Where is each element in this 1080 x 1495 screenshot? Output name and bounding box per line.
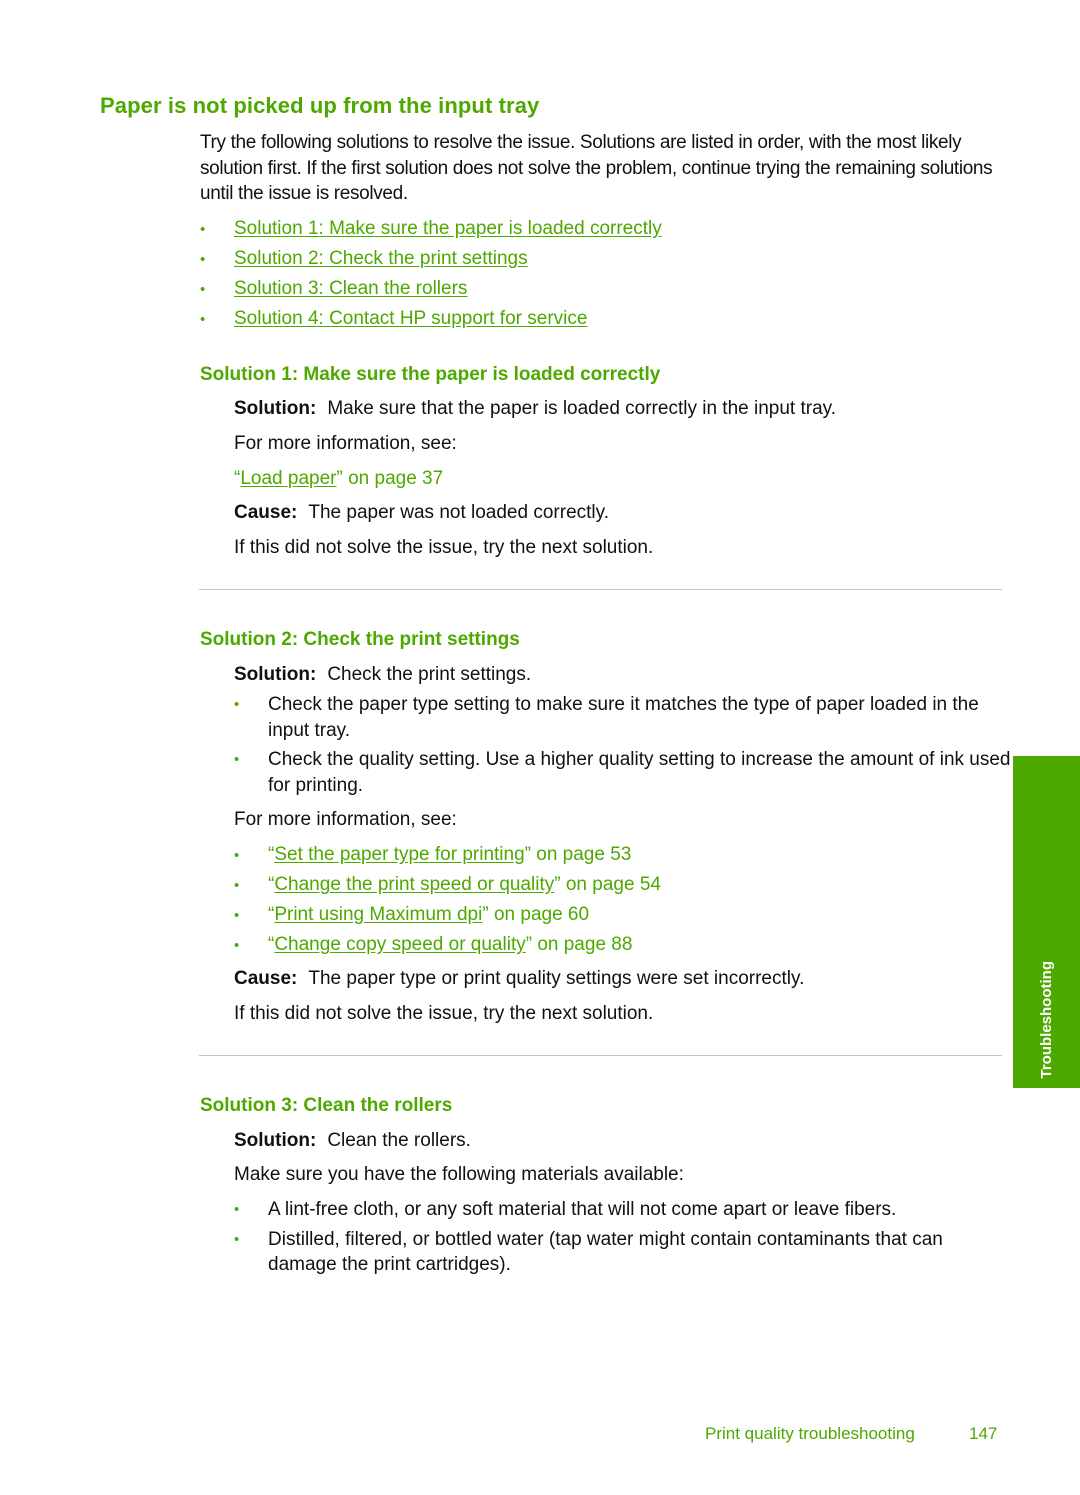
bullet-icon: • xyxy=(234,936,240,954)
solution-1-next: If this did not solve the issue, try the… xyxy=(234,537,654,558)
toc-link-solution-2[interactable]: Solution 2: Check the print settings xyxy=(234,248,528,270)
cause-label: Cause: xyxy=(234,968,298,989)
solution-2-more-info: For more information, see: xyxy=(234,809,457,830)
list-item-text: Distilled, filtered, or bottled water (t… xyxy=(268,1228,943,1276)
page-reference: on page 88 xyxy=(532,934,633,955)
solution-2-heading: Solution 2: Check the print settings xyxy=(200,629,520,650)
solution-1-more-info: For more information, see: xyxy=(234,433,457,454)
bullet-icon: • xyxy=(234,696,240,713)
solution-1-heading: Solution 1: Make sure the paper is loade… xyxy=(200,364,661,385)
list-item-text: Check the quality setting. Use a higher … xyxy=(268,749,1011,796)
solution-3-bullets: • A lint-free cloth, or any soft materia… xyxy=(234,1197,1014,1282)
solution-3-solution: Solution: Clean the rollers. xyxy=(234,1130,471,1152)
toc-item: • Solution 2: Check the print settings xyxy=(200,244,662,274)
section-divider xyxy=(199,1055,1002,1056)
change-copy-speed-link[interactable]: Change copy speed or quality xyxy=(274,934,525,956)
toc-link-solution-4[interactable]: Solution 4: Contact HP support for servi… xyxy=(234,308,587,330)
set-paper-type-link[interactable]: Set the paper type for printing xyxy=(274,844,524,866)
solution-2-cause: Cause: The paper type or print quality se… xyxy=(234,968,804,990)
solution-text: Clean the rollers. xyxy=(327,1130,471,1151)
bullet-icon: • xyxy=(234,1201,240,1218)
reference-item: • “Change the print speed or quality” on… xyxy=(234,870,661,900)
solution-3-heading: Solution 3: Clean the rollers xyxy=(200,1095,453,1116)
solutions-toc: • Solution 1: Make sure the paper is loa… xyxy=(200,214,662,334)
load-paper-link[interactable]: Load paper xyxy=(240,468,336,489)
toc-item: • Solution 4: Contact HP support for ser… xyxy=(200,304,662,334)
cause-text: The paper was not loaded correctly. xyxy=(308,502,610,523)
footer-page-number: 147 xyxy=(969,1424,998,1443)
solution-1-solution: Solution: Make sure that the paper is loa… xyxy=(234,398,836,420)
solution-text: Check the print settings. xyxy=(327,664,532,685)
intro-paragraph: Try the following solutions to resolve t… xyxy=(200,132,993,204)
section-divider xyxy=(199,589,1002,590)
solution-2-next: If this did not solve the issue, try the… xyxy=(234,1003,654,1024)
cause-label: Cause: xyxy=(234,502,298,523)
list-item: • Check the paper type setting to make s… xyxy=(234,692,1014,743)
solution-1-cause: Cause: The paper was not loaded correctly… xyxy=(234,502,609,524)
reference-item: • “Print using Maximum dpi” on page 60 xyxy=(234,900,661,930)
toc-link-solution-3[interactable]: Solution 3: Clean the rollers xyxy=(234,278,467,300)
toc-item: • Solution 3: Clean the rollers xyxy=(200,274,662,304)
troubleshooting-side-tab: Troubleshooting xyxy=(1013,756,1080,1088)
bullet-icon: • xyxy=(200,220,206,238)
side-tab-label: Troubleshooting xyxy=(1038,960,1055,1079)
bullet-icon: • xyxy=(200,250,206,268)
reference-item: • “Set the paper type for printing” on p… xyxy=(234,840,661,870)
toc-link-solution-1[interactable]: Solution 1: Make sure the paper is loade… xyxy=(234,218,662,240)
solution-label: Solution: xyxy=(234,398,317,419)
cause-text: The paper type or print quality settings… xyxy=(308,968,805,989)
solution-2-bullets: • Check the paper type setting to make s… xyxy=(234,692,1014,802)
list-item: • Check the quality setting. Use a highe… xyxy=(234,747,1014,798)
bullet-icon: • xyxy=(234,751,240,768)
maximum-dpi-link[interactable]: Print using Maximum dpi xyxy=(274,904,482,926)
solution-label: Solution: xyxy=(234,664,317,685)
page-reference: on page 60 xyxy=(488,904,590,925)
solution-2-references: • “Set the paper type for printing” on p… xyxy=(234,840,661,960)
change-print-speed-link[interactable]: Change the print speed or quality xyxy=(274,874,554,896)
page-reference: on page 37 xyxy=(342,468,444,489)
side-tab-label-wrap: Troubleshooting xyxy=(1013,758,1080,1079)
solution-3-materials-intro: Make sure you have the following materia… xyxy=(234,1164,684,1185)
bullet-icon: • xyxy=(200,310,206,328)
solution-2-solution: Solution: Check the print settings. xyxy=(234,664,531,686)
solution-text: Make sure that the paper is loaded corre… xyxy=(327,398,837,419)
bullet-icon: • xyxy=(200,280,206,298)
list-item: • A lint-free cloth, or any soft materia… xyxy=(234,1197,1014,1223)
solution-label: Solution: xyxy=(234,1130,317,1151)
page-reference: on page 54 xyxy=(560,874,661,895)
bullet-icon: • xyxy=(234,906,240,924)
list-item: • Distilled, filtered, or bottled water … xyxy=(234,1227,1014,1278)
list-item-text: A lint-free cloth, or any soft material … xyxy=(268,1199,897,1220)
bullet-icon: • xyxy=(234,876,240,894)
footer-section: Print quality troubleshooting xyxy=(705,1424,915,1443)
bullet-icon: • xyxy=(234,1230,240,1248)
page-reference: on page 53 xyxy=(530,844,632,865)
reference-item: • “Change copy speed or quality” on page… xyxy=(234,930,661,960)
toc-item: • Solution 1: Make sure the paper is loa… xyxy=(200,214,662,244)
bullet-icon: • xyxy=(234,846,240,864)
page-title: Paper is not picked up from the input tr… xyxy=(100,93,540,118)
list-item-text: Check the paper type setting to make sur… xyxy=(268,694,979,741)
solution-1-reference: “Load paper” on page 37 xyxy=(234,468,443,490)
